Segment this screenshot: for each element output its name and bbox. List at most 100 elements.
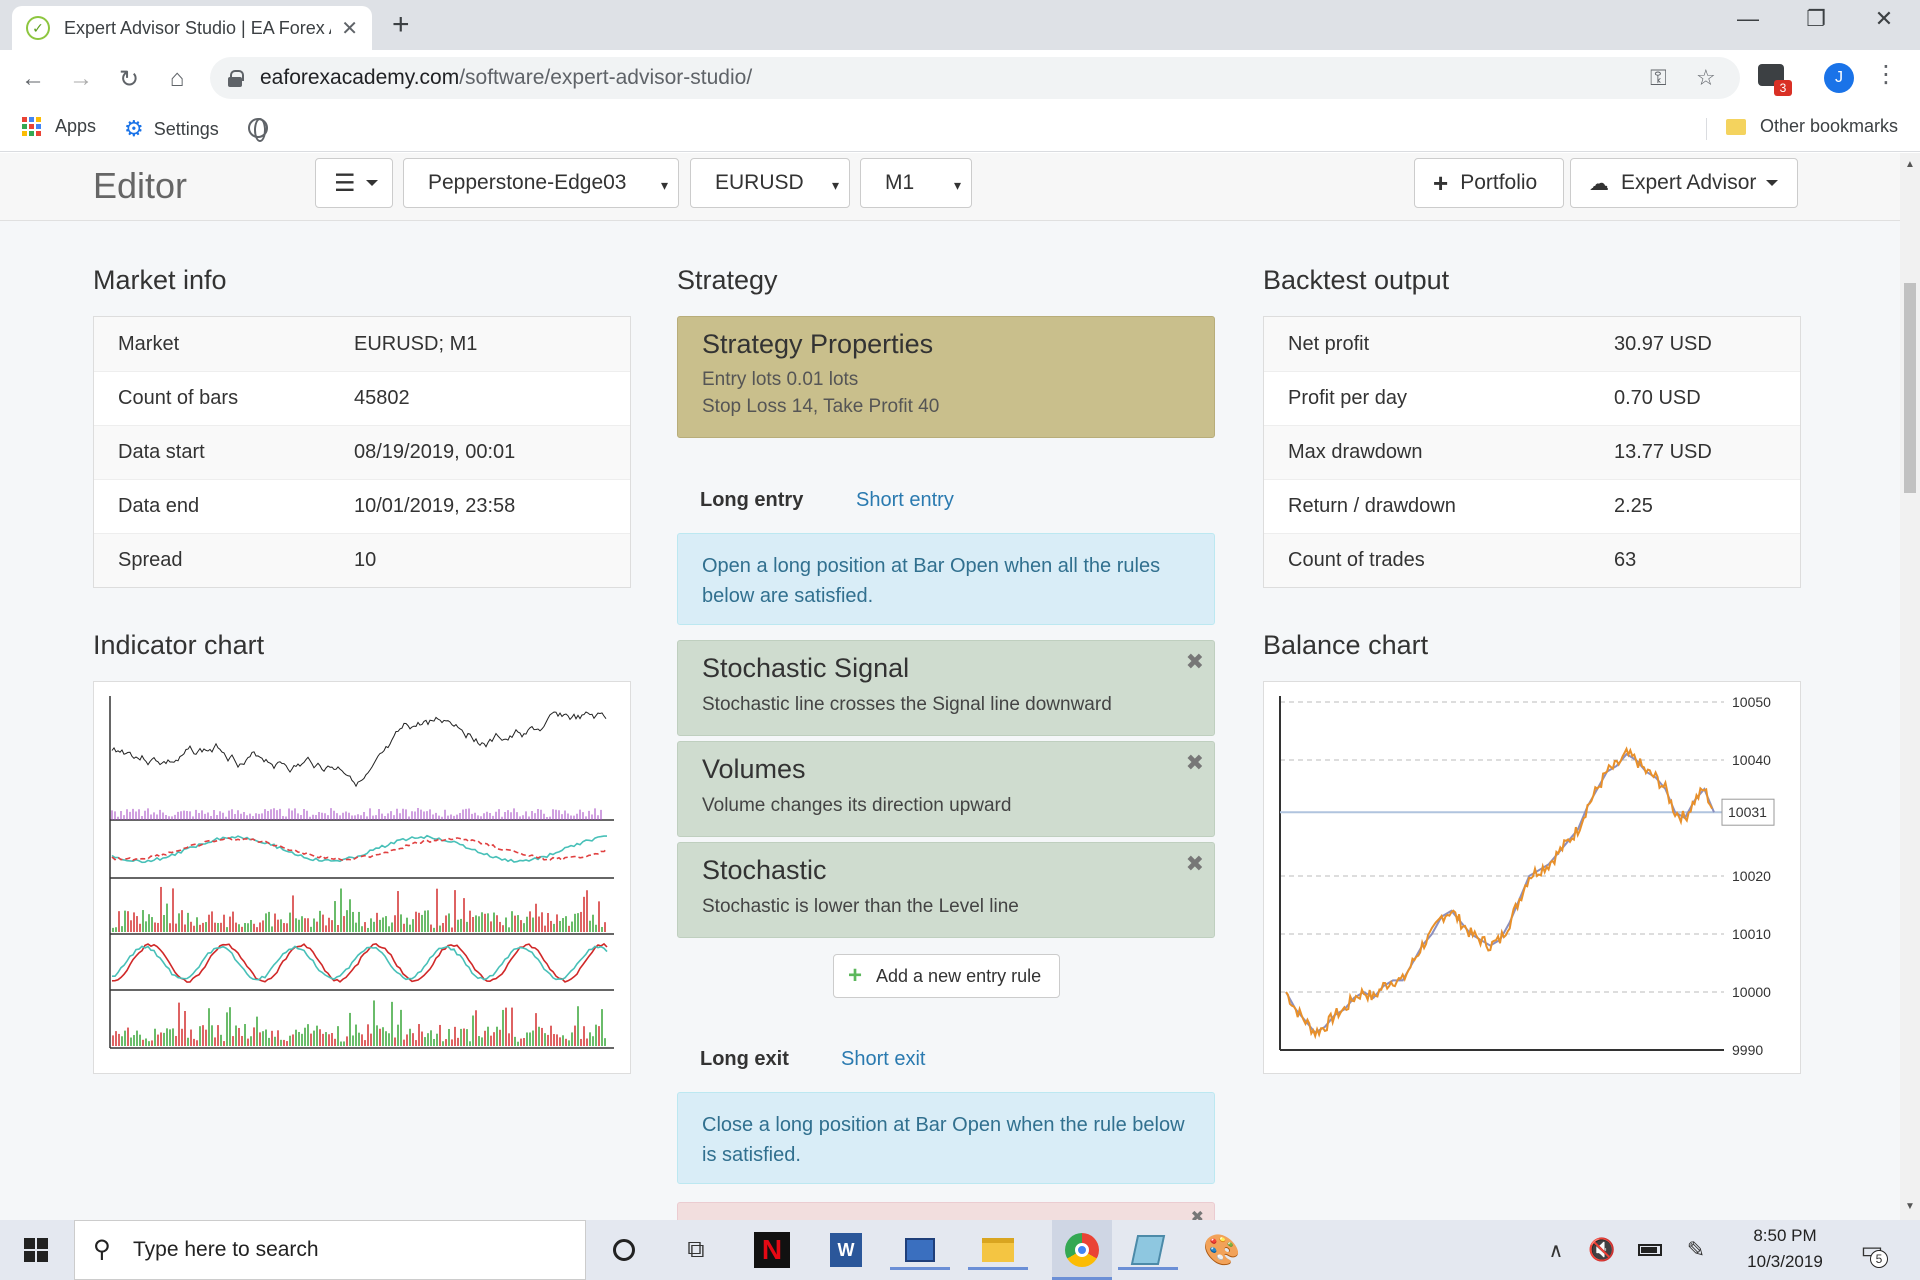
remove-rule-icon[interactable]: ✖ xyxy=(1191,1207,1204,1220)
expert-advisor-button[interactable]: ☁ Expert Advisor xyxy=(1570,158,1798,208)
bookmark-apps[interactable]: Apps xyxy=(22,116,96,137)
bookmark-other-label: Other bookmarks xyxy=(1760,116,1899,136)
tab-long-exit[interactable]: Long exit xyxy=(700,1048,789,1071)
taskbar-time[interactable]: 8:50 PM xyxy=(1730,1226,1840,1246)
address-bar[interactable]: eaforexacademy.com/software/expert-advis… xyxy=(210,57,1740,99)
row-key: Net profit xyxy=(1288,332,1370,355)
show-hidden-icons-icon[interactable]: ∧ xyxy=(1536,1230,1576,1270)
row-key: Market xyxy=(118,332,180,355)
caret-down-icon xyxy=(1766,180,1779,186)
table-row: Return / drawdown 2.25 xyxy=(1264,479,1800,533)
tab-long-entry[interactable]: Long entry xyxy=(700,489,803,512)
remove-rule-icon[interactable]: ✖ xyxy=(1186,851,1204,877)
back-icon[interactable]: ← xyxy=(16,62,50,96)
bookmark-apps-label: Apps xyxy=(55,116,97,136)
bookmark-other[interactable]: Other bookmarks xyxy=(1726,116,1898,137)
taskbar-date[interactable]: 10/3/2019 xyxy=(1730,1252,1840,1272)
table-row: Data start 08/19/2019, 00:01 xyxy=(94,425,630,479)
add-entry-rule-button[interactable]: + Add a new entry rule xyxy=(833,954,1060,998)
extension-badge: 3 xyxy=(1774,80,1792,96)
equity-series-line xyxy=(1285,746,1713,1040)
row-key: Count of bars xyxy=(118,387,239,409)
row-value: 13.77 USD xyxy=(1614,441,1712,463)
market-info-table: Market EURUSD; M1 Count of bars 45802 Data… xyxy=(93,316,631,588)
chrome-icon[interactable] xyxy=(1052,1220,1112,1280)
forward-icon[interactable]: → xyxy=(64,62,98,96)
tab-short-entry[interactable]: Short entry xyxy=(856,489,954,512)
lock-icon xyxy=(228,70,244,87)
menu-dropdown-button[interactable]: ☰ xyxy=(315,158,393,208)
y-tick-label: 10020 xyxy=(1732,868,1771,884)
bookmark-globe[interactable] xyxy=(248,118,268,142)
new-tab-icon[interactable]: + xyxy=(392,8,410,42)
battery-icon[interactable] xyxy=(1630,1230,1670,1270)
entry-rule-volumes[interactable]: Volumes Volume changes its direction upw… xyxy=(677,741,1215,837)
folder-icon xyxy=(1726,118,1746,135)
task-view-icon[interactable]: ⧉ xyxy=(676,1230,716,1270)
stochastic-signal-line xyxy=(112,945,608,981)
portfolio-label: Portfolio xyxy=(1460,171,1538,194)
price-candles-line xyxy=(111,711,607,788)
row-key: Count of trades xyxy=(1288,549,1425,571)
pen-icon[interactable]: ✎ xyxy=(1676,1230,1716,1270)
symbol-select[interactable]: EURUSD ▾ xyxy=(690,158,850,208)
bookmark-settings[interactable]: ⚙ Settings xyxy=(124,116,219,142)
star-icon[interactable]: ☆ xyxy=(1696,65,1716,91)
taskbar-search-input[interactable]: ⚲ Type here to search xyxy=(74,1220,586,1280)
oscillator-main-line xyxy=(111,834,607,864)
tab-short-exit[interactable]: Short exit xyxy=(841,1048,925,1071)
entry-rule-stochastic-signal[interactable]: Stochastic Signal Stochastic line crosse… xyxy=(677,640,1215,736)
entry-rule-stochastic[interactable]: Stochastic Stochastic is lower than the … xyxy=(677,842,1215,938)
file-explorer-icon[interactable] xyxy=(968,1230,1028,1270)
indicator-chart-heading: Indicator chart xyxy=(93,630,265,660)
windows-start-icon[interactable] xyxy=(16,1230,56,1270)
table-row: Spread 10 xyxy=(94,533,630,587)
period-select[interactable]: M1 ▾ xyxy=(860,158,972,208)
remove-rule-icon[interactable]: ✖ xyxy=(1186,649,1204,675)
portfolio-button[interactable]: + Portfolio xyxy=(1414,158,1564,208)
key-icon[interactable]: ⚿ xyxy=(1650,65,1667,91)
plus-icon: + xyxy=(1433,167,1449,198)
notification-count-badge: 5 xyxy=(1870,1250,1888,1268)
profile-avatar[interactable]: J xyxy=(1824,63,1854,93)
exit-info-box: Close a long position at Bar Open when t… xyxy=(677,1092,1215,1184)
netflix-icon[interactable]: N xyxy=(752,1230,792,1270)
current-balance-label: 10031 xyxy=(1728,804,1767,820)
bookmarks-bar: Apps ⚙ Settings Other bookmarks xyxy=(0,106,1920,152)
row-value: 2.25 xyxy=(1614,495,1653,517)
close-window-icon[interactable]: ✕ xyxy=(1864,6,1904,32)
close-tab-icon[interactable]: ✕ xyxy=(341,16,358,41)
strategy-properties-panel[interactable]: Strategy Properties Entry lots 0.01 lots… xyxy=(677,316,1215,438)
page-scrollbar[interactable]: ▲ ▼ xyxy=(1900,153,1920,1220)
home-icon[interactable]: ⌂ xyxy=(160,62,194,96)
hamburger-icon: ☰ xyxy=(334,169,356,197)
y-tick-label: 10050 xyxy=(1732,694,1771,710)
browser-tab[interactable]: ✓ Expert Advisor Studio | EA Forex A ✕ xyxy=(12,6,372,50)
period-select-value: M1 xyxy=(885,171,915,194)
select-arrow-icon: ▾ xyxy=(831,177,839,193)
scrollbar-thumb[interactable] xyxy=(1904,283,1916,493)
scroll-down-icon[interactable]: ▼ xyxy=(1905,1201,1915,1212)
stochastic-main-line xyxy=(111,942,608,983)
server-select[interactable]: Pepperstone-Edge03 ▾ xyxy=(403,158,679,208)
tab-title: Expert Advisor Studio | EA Forex A xyxy=(63,17,332,38)
minimize-icon[interactable]: — xyxy=(1728,6,1768,32)
reload-icon[interactable]: ↻ xyxy=(112,62,146,96)
restore-icon[interactable]: ❐ xyxy=(1796,6,1836,32)
browser-toolbar: ← → ↻ ⌂ eaforexacademy.com/software/expe… xyxy=(0,50,1920,106)
paint-icon[interactable]: 🎨 xyxy=(1202,1230,1242,1270)
cortana-icon[interactable] xyxy=(604,1230,644,1270)
scroll-up-icon[interactable]: ▲ xyxy=(1905,159,1915,170)
remote-desktop-icon[interactable] xyxy=(890,1230,950,1270)
browser-menu-icon[interactable]: ⋮ xyxy=(1874,60,1898,89)
select-arrow-icon: ▾ xyxy=(660,177,668,193)
row-key: Data end xyxy=(118,495,200,517)
remove-rule-icon[interactable]: ✖ xyxy=(1186,750,1204,776)
y-tick-label: 10040 xyxy=(1732,752,1771,768)
notepad-icon[interactable] xyxy=(1118,1230,1178,1270)
word-icon[interactable]: W xyxy=(826,1230,866,1270)
y-tick-label: 10010 xyxy=(1732,926,1771,942)
exit-rule-partial[interactable]: ✖ xyxy=(677,1202,1215,1220)
volume-muted-icon[interactable]: 🔇 xyxy=(1582,1230,1622,1270)
entry-info-box: Open a long position at Bar Open when al… xyxy=(677,533,1215,625)
